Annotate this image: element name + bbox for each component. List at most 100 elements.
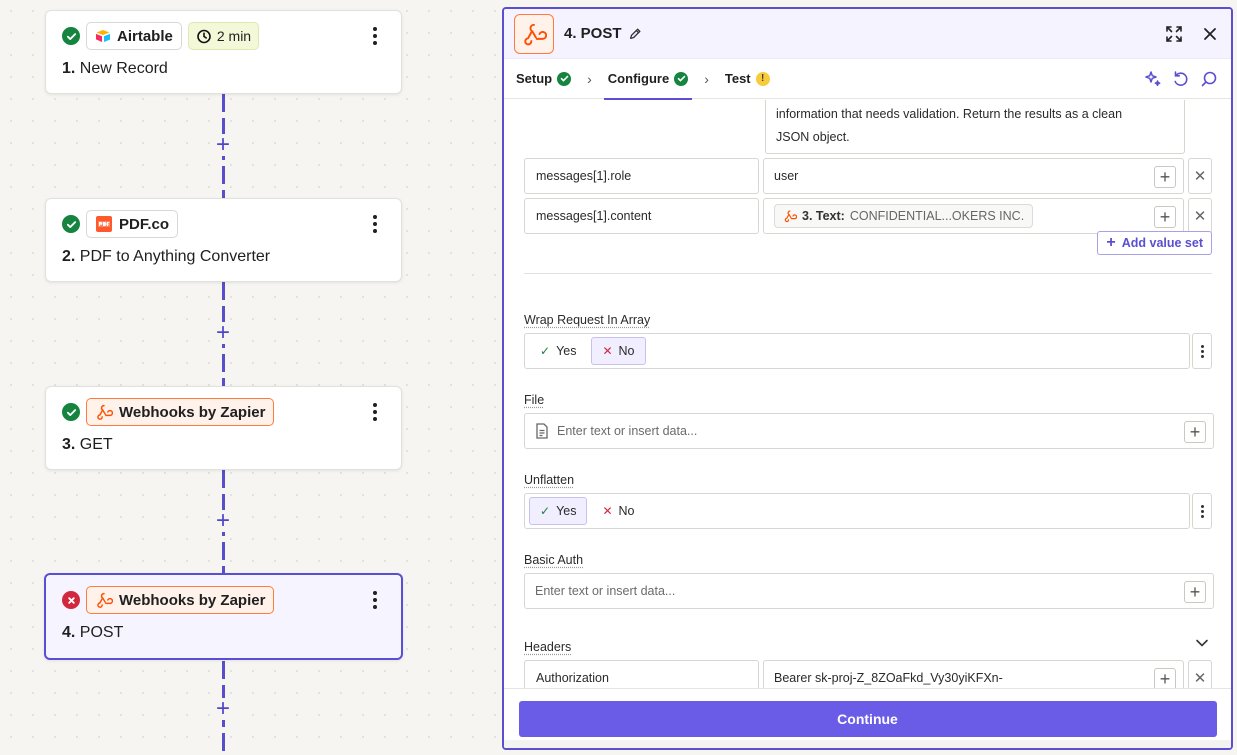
add-step-button[interactable]: + [212, 697, 234, 721]
tab-separator: › [704, 70, 709, 87]
basic-auth-input[interactable]: Enter text or insert data... + [524, 573, 1214, 609]
plus-icon: + [1106, 234, 1116, 251]
step-number: 1. [62, 60, 76, 77]
remove-row-button[interactable]: ✕ [1188, 660, 1212, 688]
wrap-request-toggle: ✓ Yes ✕ No [524, 333, 1190, 369]
data-pill[interactable]: 3. Text: CONFIDENTIAL...OKERS INC. [774, 204, 1034, 228]
insert-data-button[interactable]: + [1154, 166, 1176, 188]
step-card-1[interactable]: Airtable 2 min 1. New Record [45, 10, 402, 94]
stopwatch-icon [197, 29, 211, 44]
divider [524, 273, 1212, 274]
more-options-button[interactable] [365, 212, 385, 236]
step-card-3[interactable]: Webhooks by Zapier 3. GET [45, 386, 402, 470]
search-icon[interactable] [1199, 69, 1219, 89]
insert-data-button[interactable]: + [1184, 421, 1206, 443]
check-icon [62, 27, 80, 45]
more-options-button[interactable] [365, 588, 385, 612]
tab-label: Setup [516, 71, 553, 86]
option-no[interactable]: ✕ No [591, 497, 645, 525]
add-step-button[interactable]: + [212, 321, 234, 345]
unflatten-label: Unflatten [524, 473, 575, 487]
key-input[interactable]: messages[1].role [524, 158, 759, 194]
tab-configure[interactable]: Configure [603, 59, 693, 100]
option-yes[interactable]: ✓ Yes [529, 337, 587, 365]
webhook-icon [784, 210, 797, 223]
value-text: user [774, 169, 799, 183]
pill-value: CONFIDENTIAL...OKERS INC. [849, 209, 1025, 223]
footer-strip [504, 740, 1231, 748]
chevron-down-icon[interactable] [1195, 636, 1209, 650]
insert-data-button[interactable]: + [1154, 206, 1176, 228]
key-input[interactable]: Authorization [524, 660, 759, 688]
webhook-icon [97, 404, 113, 420]
document-icon [536, 423, 548, 439]
step-card-4[interactable]: Webhooks by Zapier 4. POST [44, 573, 403, 660]
remove-row-button[interactable]: ✕ [1188, 198, 1212, 234]
more-options-button[interactable] [365, 24, 385, 48]
pencil-icon[interactable] [628, 27, 642, 41]
app-name: Webhooks by Zapier [119, 591, 266, 609]
tab-test[interactable]: Test ! [725, 59, 770, 99]
panel-title[interactable]: 4. POST [564, 25, 622, 42]
value-text: Bearer sk-proj-Z_8ZOaFkd_Vy30yiKFXn- [774, 671, 1003, 685]
message-content-field[interactable]: information that needs validation. Retur… [765, 100, 1185, 154]
sparkle-icon[interactable] [1143, 69, 1163, 89]
step-number: 4. [62, 624, 76, 641]
option-no[interactable]: ✕ No [591, 337, 646, 365]
option-label: No [618, 344, 635, 358]
add-step-button[interactable]: + [212, 133, 234, 157]
step-name: POST [79, 624, 124, 641]
check-icon [674, 71, 689, 86]
check-icon: ✓ [540, 344, 551, 358]
step-card-2[interactable]: PDF.co 2. PDF to Anything Converter [45, 198, 402, 282]
x-icon: ✕ [602, 344, 613, 358]
close-icon[interactable] [1199, 23, 1221, 45]
remove-row-button[interactable]: ✕ [1188, 158, 1212, 194]
more-options-button[interactable] [365, 400, 385, 424]
key-input[interactable]: messages[1].content [524, 198, 759, 234]
basic-auth-label: Basic Auth [524, 553, 584, 567]
tab-label: Configure [607, 71, 670, 86]
app-name: Airtable [117, 27, 173, 45]
field-options-button[interactable] [1192, 493, 1212, 529]
tab-label: Test [724, 71, 751, 86]
value-input[interactable]: user + [763, 158, 1184, 194]
expand-icon[interactable] [1163, 23, 1185, 45]
error-x-icon [62, 591, 80, 609]
value-input[interactable]: Bearer sk-proj-Z_8ZOaFkd_Vy30yiKFXn- + [763, 660, 1184, 688]
value-set-row: messages[1].role user + ✕ [524, 158, 1212, 194]
add-step-button[interactable]: + [212, 509, 234, 533]
app-name: PDF.co [119, 215, 170, 233]
insert-data-button[interactable]: + [1184, 581, 1206, 603]
headers-label: Headers [524, 640, 572, 654]
header-row: Authorization Bearer sk-proj-Z_8ZOaFkd_V… [524, 660, 1212, 688]
webhook-icon [514, 13, 554, 54]
option-yes[interactable]: ✓ Yes [529, 497, 588, 525]
wrap-request-label: Wrap Request In Array [524, 313, 651, 327]
tab-separator: › [587, 70, 592, 87]
field-text: JSON object. [776, 130, 850, 144]
tab-setup[interactable]: Setup [516, 59, 572, 99]
value-input[interactable]: 3. Text: CONFIDENTIAL...OKERS INC. + [763, 198, 1184, 234]
add-value-set-button[interactable]: + Add value set [1097, 231, 1212, 255]
button-label: Add value set [1121, 236, 1203, 250]
field-options-button[interactable] [1192, 333, 1212, 369]
file-input[interactable]: Enter text or insert data... + [524, 413, 1214, 449]
time-label: 2 min [216, 28, 252, 44]
option-label: Yes [556, 344, 577, 358]
placeholder-text: Enter text or insert data... [535, 584, 676, 598]
continue-button[interactable]: Continue [518, 700, 1217, 737]
app-badge: Airtable [86, 22, 182, 50]
step-title: 4. POST [62, 624, 385, 642]
step-title: 1. New Record [62, 60, 385, 78]
step-tabs: Setup › Configure › Test ! [504, 59, 1231, 100]
file-label: File [524, 393, 545, 407]
app-badge: Webhooks by Zapier [86, 398, 275, 426]
step-number: 3. [62, 436, 76, 453]
undo-icon[interactable] [1171, 69, 1191, 89]
insert-data-button[interactable]: + [1154, 668, 1176, 688]
value-set-row: messages[1].content 3. Text: CONFIDENTIA… [524, 198, 1212, 234]
unflatten-toggle: ✓ Yes ✕ No [524, 493, 1190, 529]
configure-form[interactable]: information that needs validation. Retur… [504, 100, 1231, 688]
step-title: 2. PDF to Anything Converter [62, 248, 385, 266]
